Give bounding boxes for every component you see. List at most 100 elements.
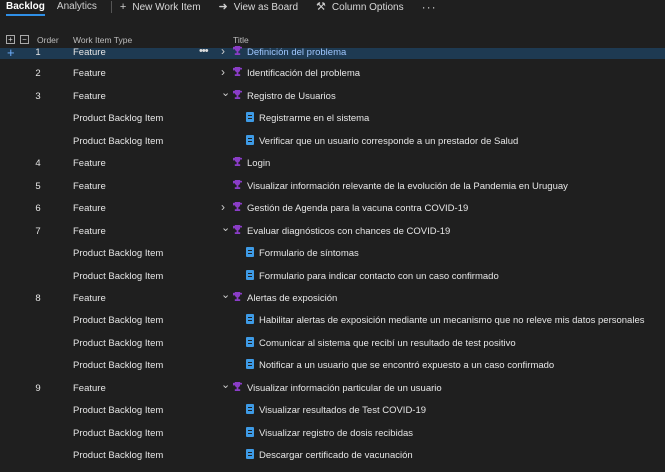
row-title-link[interactable]: Comunicar al sistema que recibí un resul… xyxy=(259,338,516,349)
column-options-label: Column Options xyxy=(331,1,404,13)
add-child-icon[interactable]: + xyxy=(7,45,15,60)
row-title-link[interactable]: Registro de Usuarios xyxy=(247,91,336,102)
row-title-link[interactable]: Notificar a un usuario que se encontró e… xyxy=(259,360,554,371)
trophy-icon xyxy=(233,179,242,189)
row-work-item-type: Feature xyxy=(73,47,106,58)
chevron-right-icon[interactable]: › xyxy=(221,200,225,214)
row-context-menu-icon[interactable]: ••• xyxy=(199,45,209,57)
chevron-right-icon[interactable]: › xyxy=(221,44,225,58)
chevron-right-icon[interactable]: › xyxy=(221,65,225,79)
table-row[interactable]: Product Backlog Item Registrarme en el si… xyxy=(0,110,665,132)
tab-backlog[interactable]: Backlog xyxy=(0,1,51,16)
row-title-link[interactable]: Visualizar información particular de un … xyxy=(247,383,442,394)
row-title-link[interactable]: Registrarme en el sistema xyxy=(259,113,369,124)
table-row[interactable]: Product Backlog Item Descargar certificad… xyxy=(0,447,665,469)
table-row[interactable]: Product Backlog Item Formulario para indi… xyxy=(0,268,665,290)
table-row[interactable]: Product Backlog Item Verificar que un usu… xyxy=(0,133,665,155)
row-order: 1 xyxy=(35,47,41,58)
new-work-item-label: New Work Item xyxy=(132,1,201,13)
expand-all-icon[interactable]: + xyxy=(6,35,15,44)
column-header-type[interactable]: Work Item Type xyxy=(73,35,132,45)
trophy-icon xyxy=(233,46,242,55)
trophy-icon xyxy=(233,224,242,234)
tab-analytics[interactable]: Analytics xyxy=(51,1,103,13)
product-backlog-item-icon xyxy=(246,314,254,325)
row-work-item-type: Product Backlog Item xyxy=(73,427,164,439)
row-title-link[interactable]: Formulario para indicar contacto con un … xyxy=(259,271,499,282)
table-row[interactable]: 3 Feature ⌄ Registro de Usuarios xyxy=(0,86,665,110)
row-title-link[interactable]: Descargar certificado de vacunación xyxy=(259,450,413,461)
row-order: 6 xyxy=(35,203,41,215)
row-work-item-type: Product Backlog Item xyxy=(73,135,164,147)
backlog-toolbar: Backlog Analytics + New Work Item ➜ View… xyxy=(0,0,665,16)
table-row[interactable]: Product Backlog Item Visualizar resultado… xyxy=(0,402,665,424)
row-title-link[interactable]: Identificación del problema xyxy=(247,68,360,79)
row-title-link[interactable]: Visualizar información relevante de la e… xyxy=(247,181,568,192)
column-options-button[interactable]: ⚒ Column Options xyxy=(316,2,404,13)
table-row[interactable]: 9 Feature ⌄ Visualizar información particul… xyxy=(0,378,665,402)
collapse-all-icon[interactable]: − xyxy=(20,35,29,44)
trophy-icon xyxy=(233,381,242,391)
row-order: 3 xyxy=(35,90,41,102)
row-work-item-type: Product Backlog Item xyxy=(73,270,164,282)
product-backlog-item-icon xyxy=(246,134,254,145)
chevron-down-icon[interactable]: ⌄ xyxy=(221,288,230,301)
more-actions-icon[interactable]: ··· xyxy=(422,0,437,14)
row-work-item-type: Product Backlog Item xyxy=(73,360,164,372)
row-order: 2 xyxy=(35,68,41,80)
product-backlog-item-icon xyxy=(246,336,254,347)
wrench-icon: ⚒ xyxy=(316,1,326,13)
row-title-link[interactable]: Alertas de exposición xyxy=(247,293,337,304)
table-row[interactable]: 4 Feature Login xyxy=(0,155,665,177)
row-work-item-type: Feature xyxy=(73,382,106,394)
row-title-link[interactable]: Definición del problema xyxy=(247,47,346,58)
row-title-link[interactable]: Habilitar alertas de exposición mediante… xyxy=(259,315,645,326)
chevron-down-icon[interactable]: ⌄ xyxy=(221,86,230,99)
column-header-title[interactable]: Title xyxy=(233,35,249,45)
plus-icon: + xyxy=(119,1,127,13)
row-title-link[interactable]: Evaluar diagnósticos con chances de COVI… xyxy=(247,226,450,237)
table-row[interactable]: 7 Feature ⌄ Evaluar diagnósticos con chance… xyxy=(0,221,665,245)
row-title-link[interactable]: Formulario de síntomas xyxy=(259,248,359,259)
table-row[interactable]: 6 Feature › Gestión de Agenda para la vacun… xyxy=(0,200,665,222)
column-header-order[interactable]: Order xyxy=(37,35,59,45)
row-work-item-type: Feature xyxy=(73,203,106,215)
product-backlog-item-icon xyxy=(246,449,254,460)
row-work-item-type: Feature xyxy=(73,292,106,304)
toolbar-divider xyxy=(110,1,112,13)
row-work-item-type: Feature xyxy=(73,90,106,102)
table-row[interactable]: Product Backlog Item Formulario de síntom… xyxy=(0,245,665,267)
row-title-link[interactable]: Visualizar resultados de Test COVID-19 xyxy=(259,405,426,416)
row-title-link[interactable]: Verificar que un usuario corresponde a u… xyxy=(259,136,518,147)
row-work-item-type: Product Backlog Item xyxy=(73,405,164,417)
trophy-icon xyxy=(233,157,242,167)
trophy-icon xyxy=(233,202,242,212)
row-work-item-type: Feature xyxy=(73,180,106,192)
product-backlog-item-icon xyxy=(246,426,254,437)
table-row[interactable]: Product Backlog Item Notificar a un usuar… xyxy=(0,357,665,379)
new-work-item-button[interactable]: + New Work Item xyxy=(120,2,201,13)
arrow-circle-icon: ➜ xyxy=(218,1,228,13)
table-row[interactable]: Product Backlog Item Visualizar registro … xyxy=(0,425,665,447)
table-row[interactable]: 8 Feature ⌄ Alertas de exposición xyxy=(0,288,665,312)
row-title-link[interactable]: Visualizar registro de dosis recibidas xyxy=(259,428,413,439)
row-work-item-type: Feature xyxy=(73,225,106,237)
table-row[interactable]: 5 Feature Visualizar información relevante… xyxy=(0,178,665,200)
table-row[interactable]: Product Backlog Item Habilitar alertas de… xyxy=(0,312,665,334)
row-work-item-type: Feature xyxy=(73,158,106,170)
product-backlog-item-icon xyxy=(246,247,254,258)
table-row[interactable]: Product Backlog Item Comunicar al sistema… xyxy=(0,335,665,357)
chevron-down-icon[interactable]: ⌄ xyxy=(221,378,230,391)
row-title-link[interactable]: Login xyxy=(247,158,270,169)
row-work-item-type: Product Backlog Item xyxy=(73,113,164,125)
row-order: 8 xyxy=(35,292,41,304)
row-work-item-type: Product Backlog Item xyxy=(73,337,164,349)
row-title-link[interactable]: Gestión de Agenda para la vacuna contra … xyxy=(247,203,468,214)
trophy-icon xyxy=(233,89,242,99)
table-row[interactable]: 2 Feature › Identificación del problema xyxy=(0,65,665,87)
view-as-board-button[interactable]: ➜ View as Board xyxy=(219,2,299,13)
row-order: 9 xyxy=(35,382,41,394)
row-work-item-type: Product Backlog Item xyxy=(73,315,164,327)
product-backlog-item-icon xyxy=(246,112,254,123)
chevron-down-icon[interactable]: ⌄ xyxy=(221,221,230,234)
